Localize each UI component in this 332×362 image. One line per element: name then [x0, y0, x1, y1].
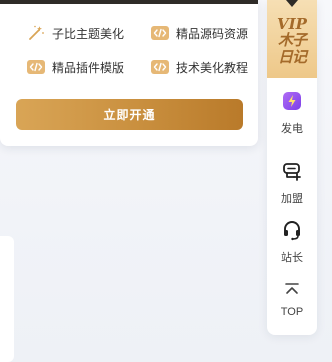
vip-popup-panel: 子比主题美化 精品源码资源 精品插件模版 技术美化教程 立即开通: [0, 0, 258, 146]
vip-feature-tutorials: 技术美化教程: [150, 58, 260, 76]
charge-battery-icon: [281, 90, 303, 117]
sidebar-item-join[interactable]: 加盟: [267, 160, 317, 206]
background-card: [0, 236, 14, 362]
sidebar-item-back-to-top[interactable]: TOP: [267, 282, 317, 318]
floating-sidebar: VIP 木子 日记 发电 加盟 站长 TOP: [267, 0, 317, 335]
code-tag-icon: [26, 59, 46, 75]
vip-badge[interactable]: VIP 木子 日记: [267, 0, 317, 78]
vip-badge-word: VIP: [277, 15, 307, 33]
headset-icon: [281, 219, 303, 246]
sidebar-item-charge[interactable]: 发电: [267, 90, 317, 136]
sidebar-item-label: TOP: [280, 306, 304, 318]
sidebar-item-label: 加盟: [281, 193, 303, 205]
sidebar-item-label: 站长: [281, 252, 303, 264]
vip-feature-label: 技术美化教程: [176, 60, 249, 75]
sidebar-item-webmaster[interactable]: 站长: [267, 219, 317, 265]
back-to-top-icon: [283, 282, 301, 303]
open-vip-button[interactable]: 立即开通: [16, 99, 243, 130]
vip-feature-list: 子比主题美化 精品源码资源 精品插件模版 技术美化教程: [26, 24, 260, 76]
magic-wand-icon: [26, 25, 46, 41]
vip-feature-label: 精品插件模版: [52, 60, 125, 75]
vip-feature-source: 精品源码资源: [150, 24, 260, 42]
vip-feature-theme: 子比主题美化: [26, 24, 150, 42]
vip-feature-label: 精品源码资源: [176, 26, 249, 41]
sidebar-item-label: 发电: [281, 123, 303, 135]
code-tag-icon: [150, 25, 170, 41]
vip-badge-brand-line1: 木子: [277, 31, 307, 49]
vip-feature-plugins: 精品插件模版: [26, 58, 150, 76]
join-chat-icon: [281, 160, 303, 187]
code-tag-icon: [150, 59, 170, 75]
vip-feature-label: 子比主题美化: [52, 26, 125, 41]
panel-top-bar: [0, 0, 258, 4]
panel-pointer-caret: [286, 0, 298, 7]
vip-badge-brand-line2: 日记: [277, 48, 307, 66]
